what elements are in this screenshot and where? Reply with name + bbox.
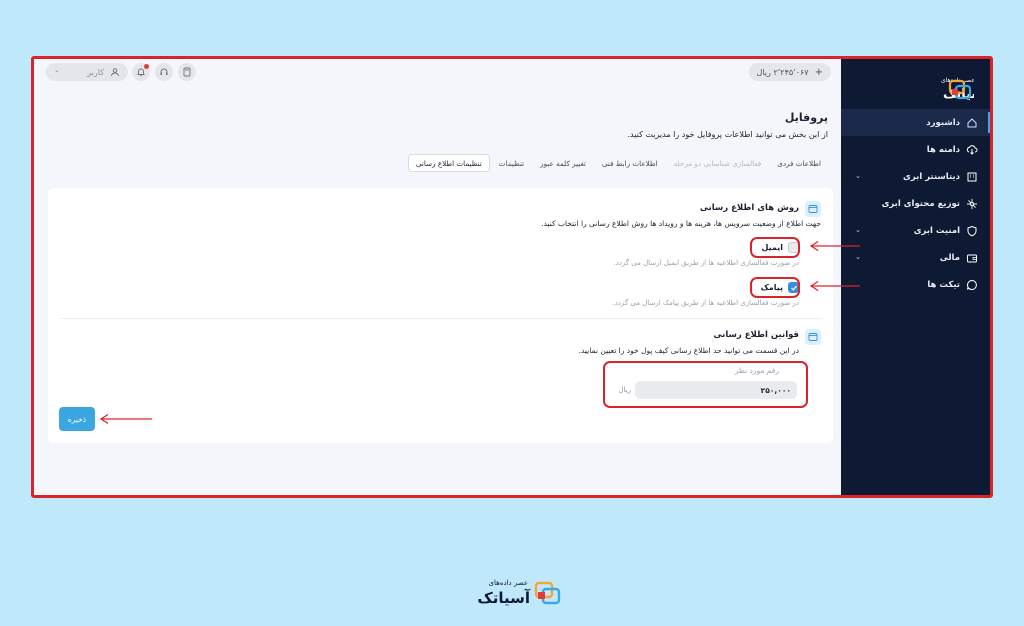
sidebar-item-dashboard[interactable]: داشبورد xyxy=(841,109,990,136)
highlight-sms xyxy=(750,277,800,298)
sidebar-item-finance[interactable]: مالی ⌄ xyxy=(841,244,990,271)
page-subtitle: از این بخش می توانید اطلاعات پروفایل خود… xyxy=(627,130,829,139)
arrow-save xyxy=(99,413,152,425)
sidebar-nav: داشبورد دامنه ها دیتاسنتر ابری ⌄ توزیع م… xyxy=(841,109,990,298)
tab-technical-contact[interactable]: اطلاعات رابط فنی xyxy=(595,154,665,172)
calculator-icon xyxy=(183,67,191,77)
sidebar-item-label: داشبورد xyxy=(926,117,960,128)
home-icon xyxy=(966,117,978,129)
window-icon xyxy=(805,201,821,217)
chat-icon xyxy=(966,279,978,291)
save-button[interactable]: ذخیره xyxy=(59,407,95,431)
svg-text:عصر داده‌های: عصر داده‌های xyxy=(489,579,528,587)
tab-settings[interactable]: تنظیمات xyxy=(492,154,531,172)
section-title-methods: روش های اطلاع رسانی xyxy=(699,203,799,213)
svg-text:آسیاتک: آسیاتک xyxy=(477,589,530,607)
window-icon xyxy=(805,329,821,345)
sidebar-item-label: توزیع محتوای ابری xyxy=(881,198,960,209)
section-divider xyxy=(60,318,821,319)
topbar: + ۲٬۲۴۵٬۰۶۷ ریال کاربر ⌄ xyxy=(34,59,841,89)
highlight-amount xyxy=(603,361,808,408)
sidebar-item-cdn[interactable]: توزیع محتوای ابری xyxy=(841,190,990,217)
shield-icon xyxy=(966,225,978,237)
sidebar-item-label: تیکت ها xyxy=(927,279,960,290)
calculator-button[interactable] xyxy=(178,63,196,81)
wallet-icon xyxy=(966,252,978,264)
tab-notification-settings[interactable]: تنظیمات اطلاع رسانی xyxy=(407,154,490,172)
section-desc-rules: در این قسمت می توانید حد اطلاع رسانی کیف… xyxy=(578,346,799,355)
sidebar-item-cloud-security[interactable]: امنیت ابری ⌄ xyxy=(841,217,990,244)
sms-option-hint: در صورت فعالسازی اطلاعیه ها از طریق پیام… xyxy=(612,299,799,307)
arrow-sms xyxy=(809,280,860,292)
wallet-balance[interactable]: + ۲٬۲۴۵٬۰۶۷ ریال xyxy=(748,63,831,81)
sidebar-item-label: مالی xyxy=(939,252,960,263)
sidebar-item-label: دیتاسنتر ابری xyxy=(903,171,960,182)
tab-personal-info[interactable]: اطلاعات فردی xyxy=(770,154,828,172)
notification-dot xyxy=(144,64,149,69)
brand-logo[interactable]: عصر داده‌های آسیاتک xyxy=(886,73,989,103)
sidebar-item-domains[interactable]: دامنه ها xyxy=(841,136,990,163)
profile-tabs: اطلاعات فردی فعالسازی شناسایی دو مرحله ا… xyxy=(407,154,828,172)
user-menu[interactable]: کاربر ⌄ xyxy=(46,63,128,81)
notifications-button[interactable] xyxy=(132,63,150,81)
tab-change-password[interactable]: تغییر کلمه عبور xyxy=(533,154,593,172)
brand-logo-bottom: عصر داده‌های آسیاتک xyxy=(458,575,566,609)
add-credit-icon[interactable]: + xyxy=(815,67,823,78)
sidebar-item-tickets[interactable]: تیکت ها xyxy=(841,271,990,298)
sidebar-item-label: امنیت ابری xyxy=(913,225,960,236)
arrow-email xyxy=(809,240,860,252)
cloud-download-icon xyxy=(966,144,978,156)
building-icon xyxy=(966,171,978,183)
support-button[interactable] xyxy=(155,63,173,81)
user-icon xyxy=(111,68,119,77)
email-option-hint: در صورت فعالسازی اطلاعیه ها از طریق ایمی… xyxy=(613,259,799,267)
chevron-down-icon: ⌄ xyxy=(855,172,861,180)
tab-two-factor[interactable]: فعالسازی شناسایی دو مرحله xyxy=(667,154,769,172)
sidebar: عصر داده‌های آسیاتک داشبورد دامنه ها دیت… xyxy=(841,59,990,495)
user-label: کاربر xyxy=(87,67,104,77)
chevron-down-icon: ⌄ xyxy=(855,226,861,234)
network-icon xyxy=(966,198,978,210)
chevron-down-icon: ⌄ xyxy=(855,253,861,261)
headset-icon xyxy=(160,68,168,75)
sidebar-item-cloud-datacenter[interactable]: دیتاسنتر ابری ⌄ xyxy=(841,163,990,190)
chevron-down-icon: ⌄ xyxy=(54,66,60,74)
section-title-rules: قوانین اطلاع رسانی xyxy=(713,330,799,340)
app-window: عصر داده‌های آسیاتک داشبورد دامنه ها دیت… xyxy=(31,56,993,498)
highlight-email xyxy=(750,237,800,258)
page-title: پروفایل xyxy=(784,111,828,124)
section-desc-methods: جهت اطلاع از وضعیت سرویس ها، هزینه ها و … xyxy=(541,219,821,228)
sidebar-item-label: دامنه ها xyxy=(926,144,960,155)
wallet-amount: ۲٬۲۴۵٬۰۶۷ ریال xyxy=(756,67,809,77)
